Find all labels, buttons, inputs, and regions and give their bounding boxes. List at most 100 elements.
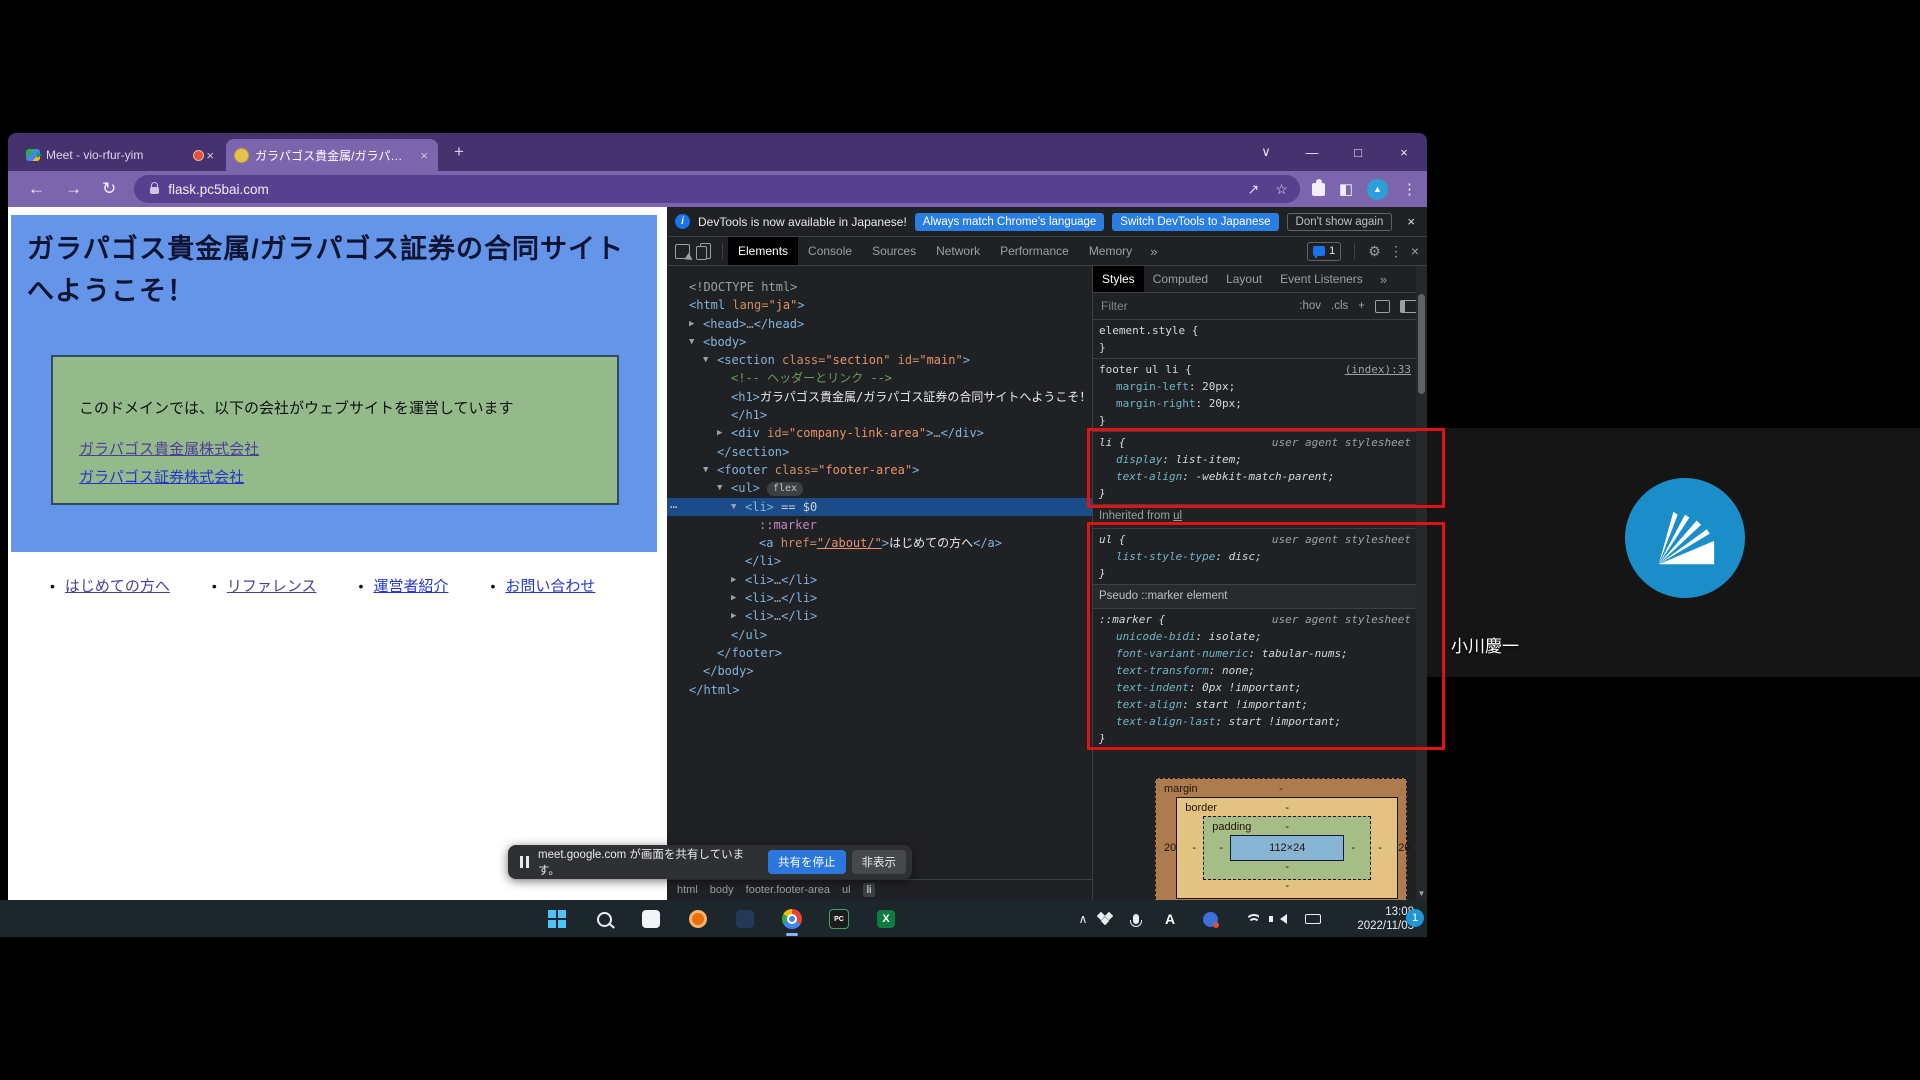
style-rule[interactable]: (index):33footer ul li {margin-left: 20p… bbox=[1093, 359, 1417, 432]
box-model-margin[interactable]: margin- 20 border- - bbox=[1155, 778, 1407, 900]
excel-icon[interactable]: X bbox=[874, 907, 898, 931]
extensions-icon[interactable] bbox=[1312, 183, 1325, 196]
bookmark-star-icon[interactable]: ☆ bbox=[1275, 181, 1288, 198]
start-button[interactable] bbox=[545, 907, 569, 931]
browser-menu-icon[interactable]: ⋮ bbox=[1402, 180, 1417, 198]
tree-row[interactable]: </li> bbox=[667, 552, 1092, 570]
dont-show-again-button[interactable]: Don't show again bbox=[1287, 213, 1393, 231]
toggle-hover-state[interactable]: :hov bbox=[1299, 300, 1321, 312]
hide-share-bar-button[interactable]: 非表示 bbox=[852, 850, 907, 874]
tree-row[interactable]: ▶<li>…</li> bbox=[667, 607, 1092, 625]
devtools-tab-network[interactable]: Network bbox=[926, 237, 990, 265]
side-panel-icon[interactable]: ◧ bbox=[1339, 180, 1353, 198]
settings-gear-icon[interactable]: ⚙ bbox=[1368, 243, 1381, 260]
tray-chevron-icon[interactable]: ∧ bbox=[1071, 907, 1095, 931]
volume-icon[interactable] bbox=[1271, 907, 1295, 931]
ime-icon[interactable]: A bbox=[1158, 907, 1182, 931]
breadcrumb-item[interactable]: body bbox=[710, 884, 734, 896]
close-button[interactable]: × bbox=[1381, 145, 1427, 160]
toggle-classes[interactable]: .cls bbox=[1331, 300, 1348, 312]
footer-link[interactable]: はじめての方へ bbox=[65, 575, 170, 596]
sidebar-tab-event-listeners[interactable]: Event Listeners bbox=[1271, 266, 1372, 292]
tab-close-icon[interactable]: × bbox=[204, 148, 216, 163]
twisty-closed-icon[interactable]: ▶ bbox=[731, 607, 736, 625]
css-property[interactable]: text-align-last: start !important; bbox=[1099, 713, 1411, 730]
chrome-icon[interactable] bbox=[780, 907, 804, 931]
sidebar-tab-layout[interactable]: Layout bbox=[1217, 266, 1271, 292]
match-language-button[interactable]: Always match Chrome's language bbox=[915, 213, 1105, 231]
taskbar-clock[interactable]: 13:08 2022/11/03 bbox=[1328, 905, 1414, 934]
css-property[interactable]: text-align: start !important; bbox=[1099, 696, 1411, 713]
css-property[interactable]: list-style-type: disc; bbox=[1099, 548, 1411, 565]
css-property[interactable]: margin-left: 20px; bbox=[1099, 378, 1411, 395]
tab-meet[interactable]: Meet - vio-rfur-yim × bbox=[18, 139, 224, 171]
box-model-padding[interactable]: padding- - 112×24 bbox=[1203, 816, 1371, 880]
filter-input[interactable]: Filter bbox=[1101, 299, 1289, 313]
css-property[interactable]: text-transform: none; bbox=[1099, 662, 1411, 679]
battery-icon[interactable] bbox=[1301, 907, 1325, 931]
tree-row[interactable]: <!DOCTYPE html> bbox=[667, 278, 1092, 296]
twisty-open-icon[interactable]: ▼ bbox=[717, 479, 722, 497]
twisty-closed-icon[interactable]: ▶ bbox=[717, 424, 722, 442]
tree-row[interactable]: </html> bbox=[667, 681, 1092, 699]
reload-icon[interactable]: ↻ bbox=[102, 179, 116, 199]
search-icon[interactable] bbox=[592, 907, 616, 931]
css-property[interactable]: margin-right: 20px; bbox=[1099, 395, 1411, 412]
tree-row[interactable]: <html lang="ja"> bbox=[667, 296, 1092, 314]
css-property[interactable]: unicode-bidi: isolate; bbox=[1099, 628, 1411, 645]
more-tabs-icon[interactable]: » bbox=[1142, 244, 1165, 259]
tree-row[interactable]: </footer> bbox=[667, 644, 1092, 662]
devtools-tab-console[interactable]: Console bbox=[798, 237, 862, 265]
breadcrumb-item[interactable]: footer.footer-area bbox=[746, 884, 830, 896]
scrollbar-thumb[interactable] bbox=[1418, 294, 1425, 394]
company-link[interactable]: ガラパゴス証券株式会社 bbox=[79, 466, 244, 487]
twisty-open-icon[interactable]: ▼ bbox=[689, 333, 694, 351]
tree-row[interactable]: ▶<head>…</head> bbox=[667, 315, 1092, 333]
tab-site[interactable]: ガラパゴス貴金属/ガラパゴス証券の… × bbox=[226, 139, 438, 171]
tree-row[interactable]: ▶<li>…</li> bbox=[667, 571, 1092, 589]
twisty-closed-icon[interactable]: ▶ bbox=[731, 571, 736, 589]
tray-app-blue-icon[interactable] bbox=[1198, 907, 1222, 931]
console-messages-badge[interactable]: 1 bbox=[1307, 242, 1341, 261]
flex-badge[interactable]: flex bbox=[767, 482, 803, 496]
tab-search-chevron-icon[interactable]: ∨ bbox=[1243, 144, 1289, 160]
twisty-open-icon[interactable]: ▼ bbox=[731, 498, 736, 516]
css-property[interactable]: text-indent: 0px !important; bbox=[1099, 679, 1411, 696]
new-tab-button[interactable]: + bbox=[454, 142, 464, 162]
twisty-open-icon[interactable]: ▼ bbox=[703, 461, 708, 479]
tree-row[interactable]: ▼<ul>flex bbox=[667, 479, 1092, 497]
taskbar-app-orange[interactable] bbox=[686, 907, 710, 931]
tree-row[interactable]: </section> bbox=[667, 443, 1092, 461]
twisty-closed-icon[interactable]: ▶ bbox=[731, 589, 736, 607]
pycharm-icon[interactable]: PC bbox=[827, 907, 851, 931]
tree-row[interactable]: </body> bbox=[667, 662, 1092, 680]
footer-link[interactable]: 運営者紹介 bbox=[373, 575, 448, 596]
sidebar-tab-computed[interactable]: Computed bbox=[1144, 266, 1217, 292]
inherited-element-link[interactable]: ul bbox=[1173, 510, 1182, 522]
devtools-tab-elements[interactable]: Elements bbox=[728, 237, 798, 265]
tree-row[interactable]: <h1>ガラパゴス貴金属/ガラパゴス証券の合同サイトへようこそ！ bbox=[667, 388, 1092, 406]
rule-source-link[interactable]: user agent stylesheet bbox=[1272, 531, 1411, 548]
row-ellipsis-icon[interactable]: ⋯ bbox=[670, 498, 677, 516]
box-model-content[interactable]: 112×24 bbox=[1230, 835, 1344, 861]
tree-row[interactable]: ⋯▼<li> == $0 bbox=[667, 498, 1092, 516]
restore-button[interactable]: □ bbox=[1335, 145, 1381, 160]
devtools-tab-performance[interactable]: Performance bbox=[990, 237, 1079, 265]
tree-row[interactable]: </h1> bbox=[667, 406, 1092, 424]
css-property[interactable]: display: list-item; bbox=[1099, 451, 1411, 468]
tab-close-icon[interactable]: × bbox=[418, 148, 430, 163]
address-bar[interactable]: flask.pc5bai.com ↗ ☆ bbox=[134, 175, 1300, 203]
device-toolbar-icon[interactable] bbox=[700, 243, 711, 259]
devtools-tab-memory[interactable]: Memory bbox=[1079, 237, 1142, 265]
rendering-icon[interactable] bbox=[1375, 300, 1390, 313]
switch-japanese-button[interactable]: Switch DevTools to Japanese bbox=[1112, 213, 1278, 231]
tree-row[interactable]: ▼<section class="section" id="main"> bbox=[667, 351, 1092, 369]
tree-row[interactable]: ▼<body> bbox=[667, 333, 1092, 351]
tree-row[interactable]: ▼<footer class="footer-area"> bbox=[667, 461, 1092, 479]
back-icon[interactable]: ← bbox=[28, 179, 45, 199]
inspect-element-icon[interactable] bbox=[675, 244, 690, 259]
new-style-rule-button[interactable]: + bbox=[1358, 300, 1365, 312]
notice-close-icon[interactable]: × bbox=[1403, 214, 1419, 229]
style-rule[interactable]: user agent stylesheet::marker {unicode-b… bbox=[1093, 609, 1417, 750]
wifi-icon[interactable] bbox=[1240, 907, 1264, 931]
